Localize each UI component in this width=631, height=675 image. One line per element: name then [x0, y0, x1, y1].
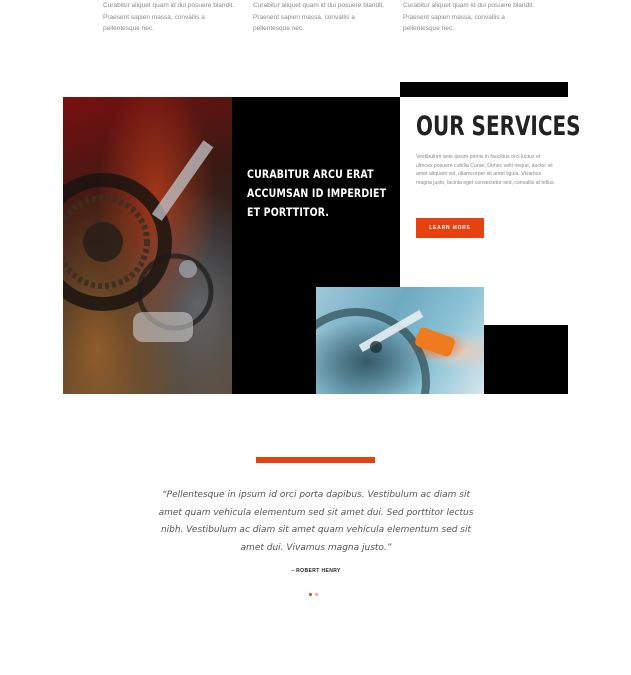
feature-text-2: Curabitur aliquet quam id dui posuere bl…	[253, 2, 385, 32]
testimonial-divider	[256, 457, 375, 463]
slider-dot-2[interactable]	[315, 593, 318, 596]
testimonial-author: – ROBERT HENRY	[291, 568, 341, 574]
hero-headline: CURABITUR ARCU ERAT ACCUMSAN ID IMPERDIE…	[247, 167, 387, 219]
services-description: Vestibulum ante ipsum primis in faucibus…	[416, 154, 555, 186]
learn-more-button[interactable]: LEARN MORE	[416, 218, 484, 238]
feature-text-3: Curabitur aliquet quam id dui posuere bl…	[403, 2, 535, 32]
bike-repair-photo	[316, 287, 484, 394]
services-black-square	[484, 325, 568, 394]
slider-dot-1[interactable]	[309, 593, 312, 596]
slider-dots	[309, 593, 318, 596]
services-title: OUR SERVICES	[416, 111, 581, 142]
bike-chain-photo	[63, 97, 232, 394]
feature-text-1: Curabitur aliquet quam id dui posuere bl…	[103, 2, 235, 32]
services-top-bar	[400, 82, 568, 97]
testimonial-quote: “Pellentesque in ipsum id orci porta dap…	[158, 490, 474, 553]
bike-gear-illustration	[63, 140, 214, 342]
repair-tool-illustration	[316, 308, 455, 394]
